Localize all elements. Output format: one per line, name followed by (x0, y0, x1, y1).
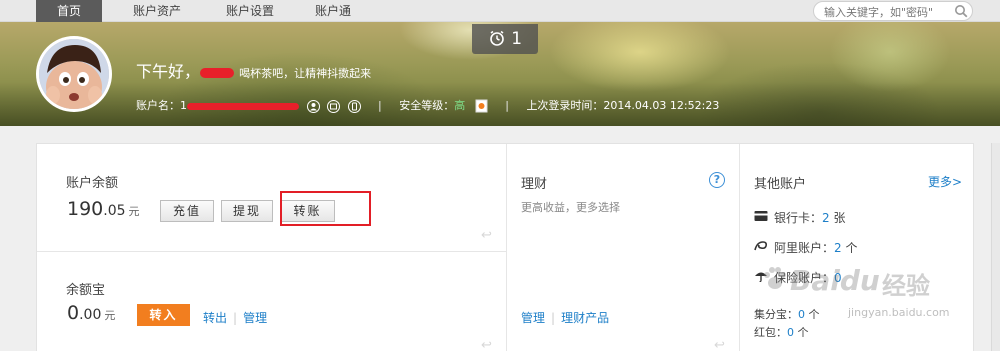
balance-unit: 元 (128, 205, 140, 218)
user-icon[interactable] (306, 99, 320, 113)
id-card-icon[interactable] (327, 99, 340, 113)
balance-title: 账户余额 (66, 176, 119, 191)
withdraw-button[interactable]: 提现 (221, 200, 273, 222)
greeting-text: 下午好， (136, 62, 201, 81)
more-link[interactable]: 更多> (928, 173, 962, 190)
hongbao-unit: 个 (797, 326, 809, 339)
bank-card-row: 银行卡：2 张 (774, 209, 846, 226)
avatar-image (39, 39, 109, 109)
nav-item-account-link[interactable]: 账户通 (296, 0, 370, 22)
jifenbao-unit: 个 (808, 308, 820, 321)
licai-links: 管理 | 理财产品 (521, 311, 610, 325)
jifenbao-count[interactable]: 0 (798, 308, 805, 321)
yuebao-links: 转出 | 管理 (203, 311, 268, 325)
top-nav: 首页 账户资产 账户设置 账户通 输入关键字，如"密码" (0, 0, 1000, 22)
bank-card-icon (754, 211, 768, 221)
recharge-button[interactable]: 充值 (160, 200, 214, 222)
security-level-value: 高 (454, 99, 466, 112)
mobile-phone-icon[interactable] (347, 99, 361, 113)
licai-manage-link[interactable]: 管理 (521, 311, 545, 325)
greeting-tip: 喝杯茶吧，让精神抖擞起来 (239, 67, 372, 80)
ali-account-count[interactable]: 2 (834, 241, 842, 255)
highlight-annotation (280, 191, 371, 226)
alarm-clock-icon (490, 30, 504, 46)
ali-account-unit: 个 (845, 241, 858, 255)
last-login-time: 上次登录时间：2014.04.03 12:52:23 (526, 99, 720, 112)
notification-count: 1 (511, 29, 523, 49)
hongbao-row: 红包：0 个 (754, 324, 809, 340)
notification-badge[interactable]: 1 (472, 24, 538, 54)
yuebao-title: 余额宝 (66, 283, 106, 298)
yuebao-amount-int: 0 (67, 302, 80, 324)
jifenbao-label: 集分宝： (754, 308, 798, 321)
hongbao-count[interactable]: 0 (787, 326, 794, 339)
yuebao-amount: 0.00 元 (67, 302, 115, 324)
balance-amount-dec: .05 (103, 203, 126, 219)
yuebao-manage-link[interactable]: 管理 (243, 311, 267, 325)
redacted-account-name (187, 102, 299, 110)
transfer-out-link[interactable]: 转出 (203, 311, 227, 325)
yuebao-unit: 元 (104, 309, 116, 322)
welcome-banner: 1 下午好， 喝杯茶吧，让精神抖擞起来 账户名：1 | 安全等级：高 | 上次登… (0, 22, 1000, 126)
search-icon[interactable] (954, 4, 968, 18)
bank-card-count[interactable]: 2 (822, 211, 830, 225)
help-icon[interactable]: ? (709, 172, 725, 188)
return-arrow-icon: ↩ (481, 338, 492, 351)
account-info-row: 账户名：1 | 安全等级：高 | 上次登录时间：2014.04.03 12:52… (136, 98, 719, 114)
search-placeholder: 输入关键字，如"密码" (824, 6, 934, 19)
other-accounts-title: 其他账户 (754, 177, 807, 192)
security-badge-icon[interactable] (475, 99, 488, 113)
greeting: 下午好， 喝杯茶吧，让精神抖擞起来 (136, 58, 371, 82)
insurance-account-count[interactable]: 0 (834, 271, 842, 285)
yuebao-amount-dec: .00 (79, 307, 102, 323)
bank-card-unit: 张 (833, 211, 846, 225)
insurance-account-label: 保险账户： (774, 271, 835, 285)
umbrella-icon (755, 272, 767, 282)
nav-item-assets[interactable]: 账户资产 (112, 0, 202, 22)
insurance-account-row: 保险账户：0 (774, 269, 842, 286)
nav-item-settings[interactable]: 账户设置 (205, 0, 295, 22)
page-edge-strip (991, 143, 1000, 351)
return-arrow-icon: ↩ (481, 228, 492, 243)
hongbao-label: 红包： (754, 326, 787, 339)
account-overview-panel: 账户余额 190.05 元 充值 提现 转账 ↩ 余额宝 0.00 元 转入 转出 |… (36, 143, 974, 351)
nav-item-home[interactable]: 首页 (36, 0, 102, 22)
security-level-label: 安全等级： (399, 99, 455, 112)
redacted-username (200, 67, 235, 78)
divider: | (505, 99, 509, 112)
balance-amount: 190.05 元 (67, 198, 140, 220)
avatar[interactable] (36, 36, 112, 112)
transfer-in-button[interactable]: 转入 (137, 304, 190, 326)
licai-products-link[interactable]: 理财产品 (561, 311, 609, 325)
divider: | (378, 99, 382, 112)
search-input[interactable]: 输入关键字，如"密码" (813, 1, 973, 21)
jifenbao-row: 集分宝：0 个 (754, 306, 820, 322)
account-name-label: 账户名：1 (136, 99, 187, 112)
alibaba-icon (754, 241, 767, 251)
return-arrow-icon: ↩ (714, 338, 725, 351)
ali-account-row: 阿里账户：2 个 (774, 239, 858, 256)
licai-subtitle: 更高收益，更多选择 (521, 201, 620, 214)
licai-title: 理财 (521, 177, 548, 192)
bank-card-label: 银行卡： (774, 211, 823, 225)
balance-amount-int: 190 (67, 198, 104, 220)
ali-account-label: 阿里账户： (774, 241, 835, 255)
